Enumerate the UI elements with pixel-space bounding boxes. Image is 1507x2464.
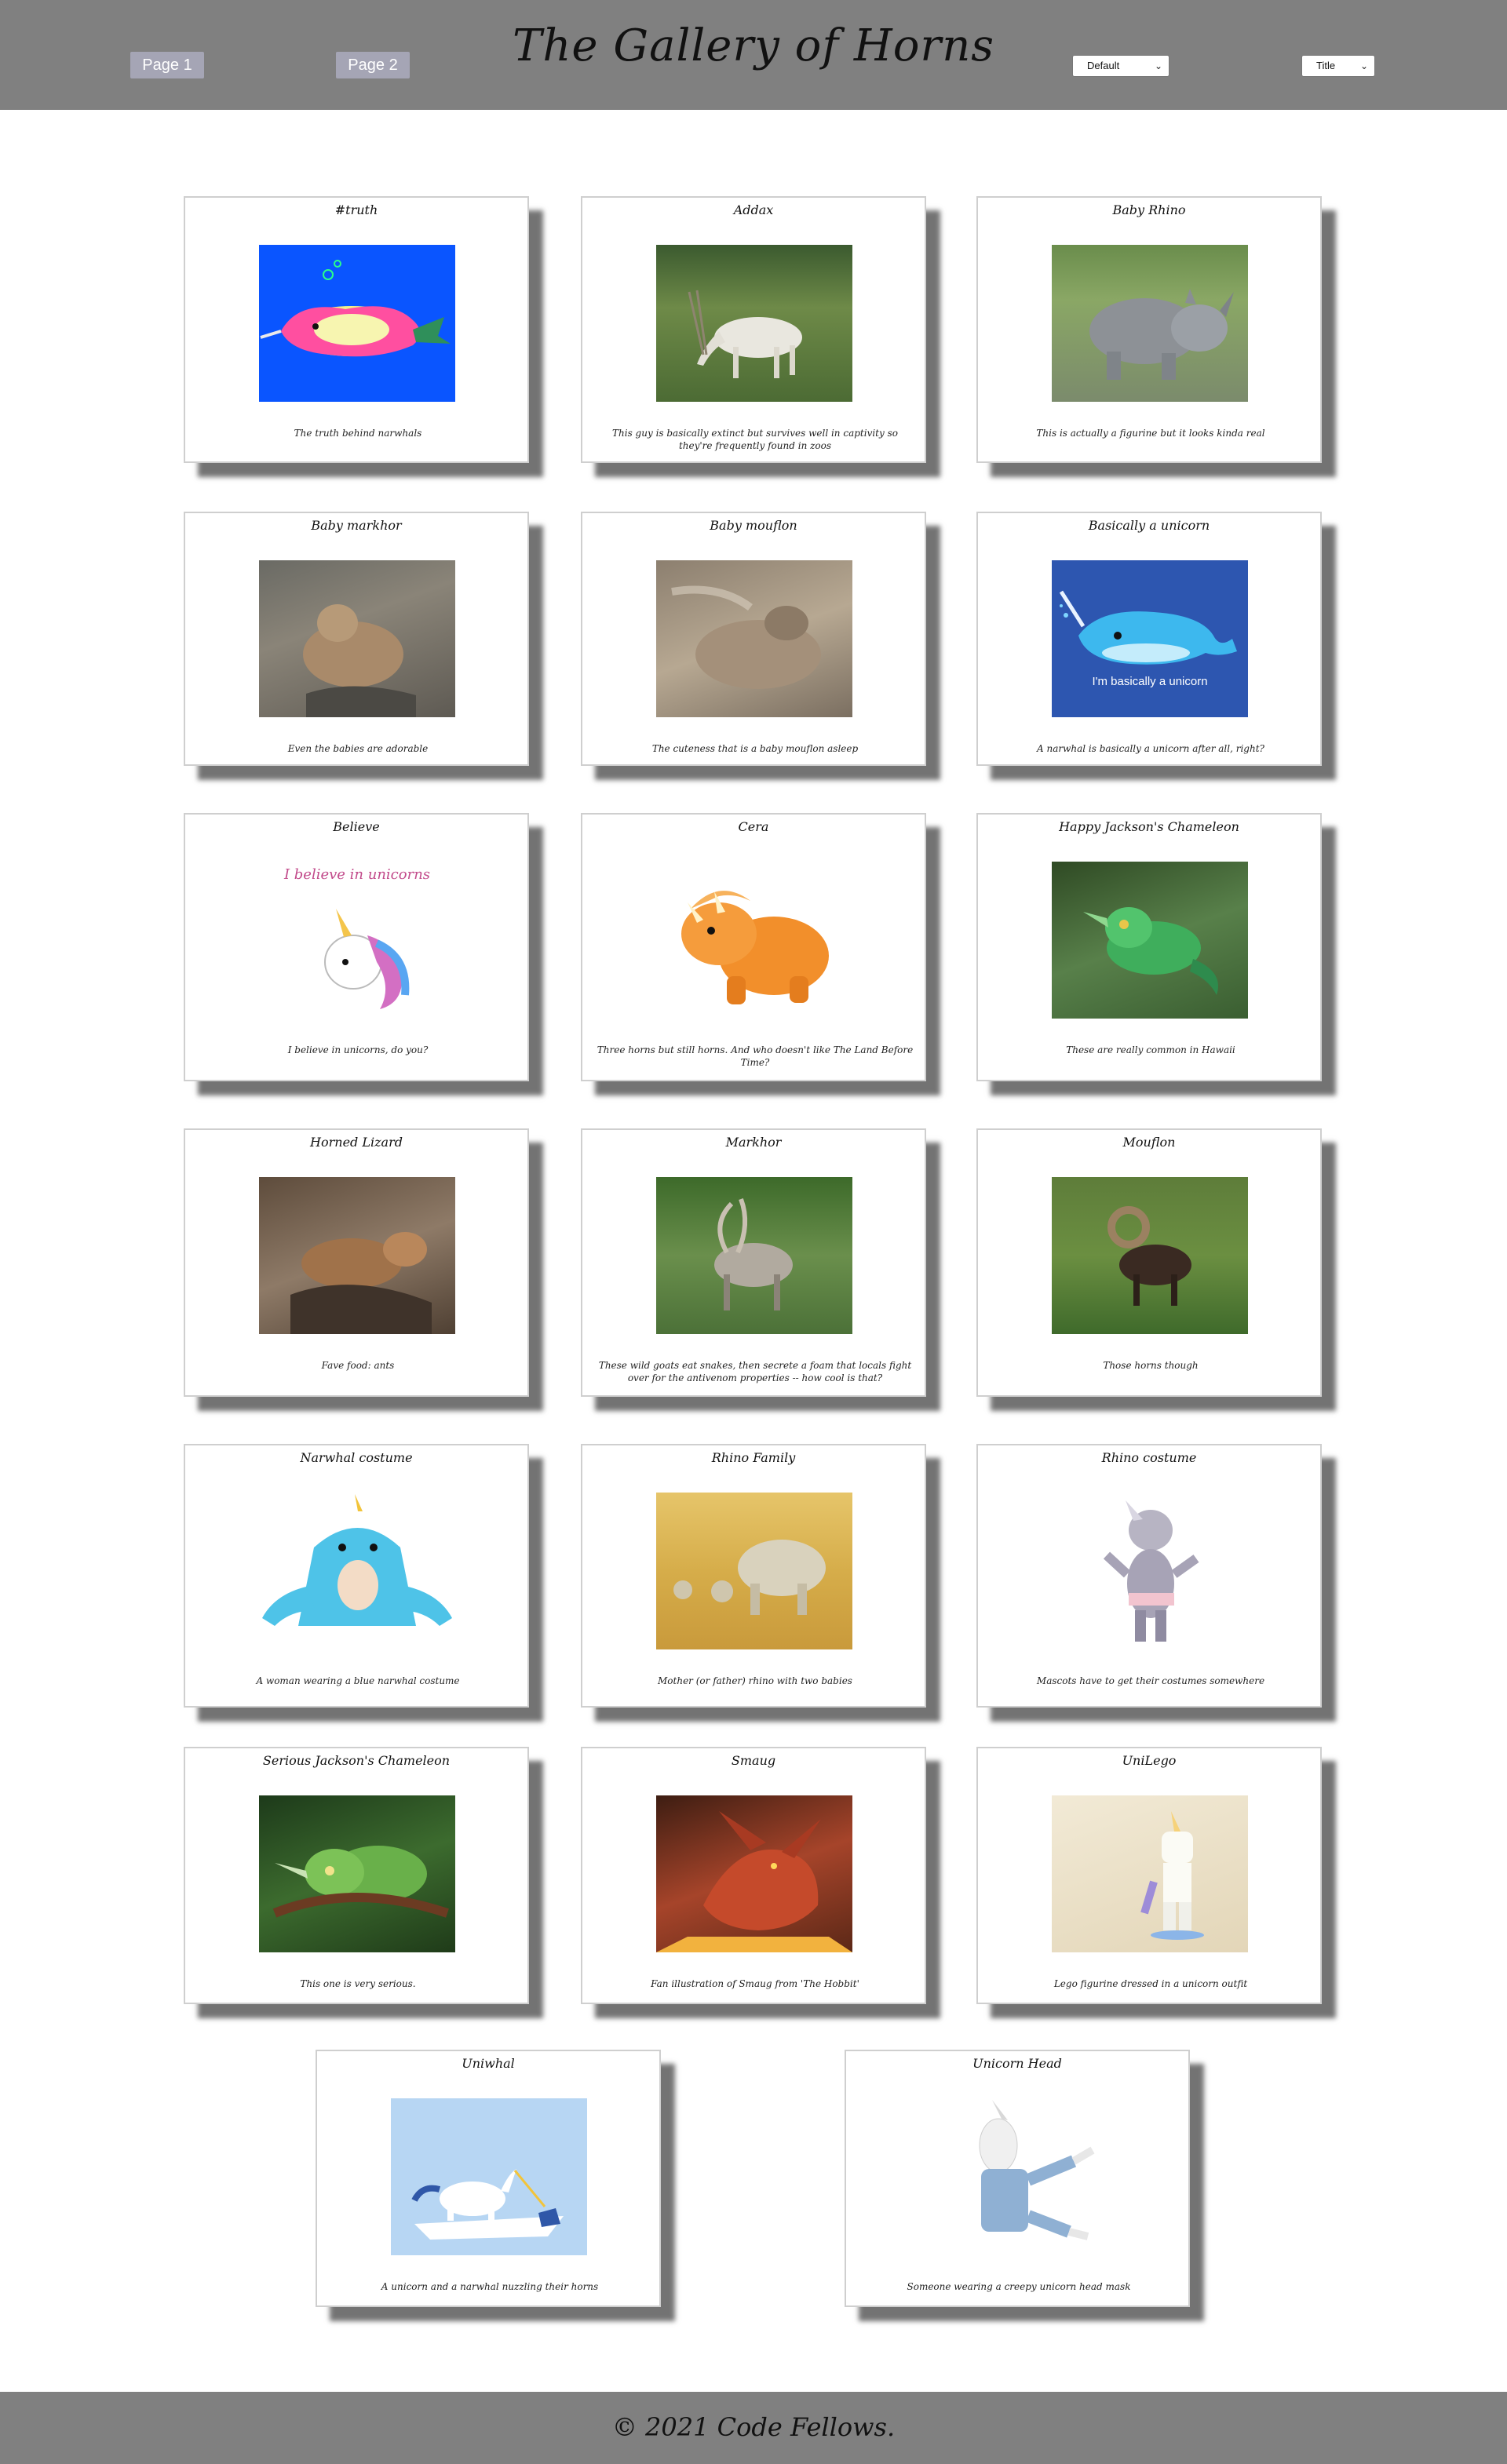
card-title: Rhino Family	[711, 1450, 796, 1465]
gallery-card[interactable]: Cera Three horns but still horns. And wh…	[581, 813, 926, 1081]
unicorn-narwhal-illustration	[391, 2098, 587, 2255]
card-title: Mouflon	[1122, 1135, 1176, 1150]
card-title: Baby markhor	[311, 518, 402, 533]
card-title: Serious Jackson's Chameleon	[262, 1753, 451, 1768]
card-title: Happy Jackson's Chameleon	[1059, 819, 1239, 834]
card-title: Rhino costume	[1101, 1450, 1197, 1465]
card-title: Uniwhal	[462, 2056, 515, 2071]
card-description: The cuteness that is a baby mouflon asle…	[651, 743, 859, 754]
card-title: UniLego	[1122, 1753, 1177, 1768]
card-title: Baby Rhino	[1112, 202, 1186, 217]
card-description: Lego figurine dressed in a unicorn outfi…	[1053, 1978, 1248, 1989]
card-description: A unicorn and a narwhal nuzzling their h…	[381, 2281, 599, 2292]
narwhal-costume-photo	[259, 1493, 455, 1649]
card-description: A woman wearing a blue narwhal costume	[256, 1675, 460, 1686]
gallery-card[interactable]: Rhino Family Mother (or father) rhino wi…	[581, 1444, 926, 1708]
card-title: Smaug	[731, 1753, 776, 1768]
card-description: Fan illustration of Smaug from 'The Hobb…	[651, 1978, 859, 1989]
card-description: These wild goats eat snakes, then secret…	[598, 1360, 912, 1383]
serious-chameleon-photo	[259, 1795, 455, 1952]
card-description: Someone wearing a creepy unicorn head ma…	[907, 2281, 1131, 2292]
card-description: This guy is basically extinct but surviv…	[612, 428, 898, 451]
card-description: The truth behind narwhals	[294, 428, 422, 439]
site-footer: © 2021 Code Fellows.	[0, 2392, 1507, 2464]
gallery-card[interactable]: Smaug Fan illustration of Smaug from 'Th…	[581, 1747, 926, 2004]
card-title: Basically a unicorn	[1088, 518, 1210, 533]
gallery: #truth The truth behind narwhals Addax T…	[0, 0, 1507, 2464]
gallery-card[interactable]: Uniwhal A unicorn and a narwhal nuzzling…	[316, 2050, 661, 2307]
gallery-card[interactable]: Baby Rhino This is actually a figurine b…	[976, 196, 1322, 463]
rhino-figurine-photo	[1052, 245, 1248, 402]
gallery-card[interactable]: Rhino costume Mascots have to get their …	[976, 1444, 1322, 1708]
gallery-card[interactable]: Basically a unicorn I'm basically a unic…	[976, 512, 1322, 766]
gallery-card[interactable]: Markhor These wild goats eat snakes, the…	[581, 1128, 926, 1397]
card-description: Mascots have to get their costumes somew…	[1036, 1675, 1265, 1686]
rhino-mascot-photo	[1052, 1493, 1248, 1649]
footer-copyright: © 2021 Code Fellows.	[611, 2412, 896, 2442]
addax-photo	[656, 245, 852, 402]
card-description: Three horns but still horns. And who doe…	[597, 1044, 914, 1068]
card-title: Horned Lizard	[310, 1135, 403, 1150]
gallery-card[interactable]: Baby mouflon The cuteness that is a baby…	[581, 512, 926, 766]
card-title: Cera	[738, 819, 769, 834]
gallery-card[interactable]: Unicorn Head Someone wearing a creepy un…	[845, 2050, 1190, 2307]
narwhal-illustration: I'm basically a unicorn	[1052, 560, 1248, 717]
card-description: These are really common in Hawaii	[1066, 1044, 1235, 1055]
gallery-card[interactable]: Addax This guy is basically extinct but …	[581, 196, 926, 463]
card-description: I believe in unicorns, do you?	[287, 1044, 429, 1055]
card-title: Narwhal costume	[300, 1450, 413, 1465]
image-caption: I believe in unicorns	[283, 866, 431, 883]
horned-lizard-photo	[259, 1177, 455, 1334]
unicorn-illustration: I believe in unicorns	[259, 862, 455, 1019]
baby-markhor-photo	[259, 560, 455, 717]
card-description: Mother (or father) rhino with two babies	[658, 1675, 852, 1686]
gallery-card[interactable]: Narwhal costume A woman wearing a blue n…	[184, 1444, 529, 1708]
gallery-card[interactable]: Mouflon Those horns though	[976, 1128, 1322, 1397]
card-title: Baby mouflon	[710, 518, 797, 533]
gallery-card[interactable]: Believe I believe in unicorns I believe …	[184, 813, 529, 1081]
markhor-photo	[656, 1177, 852, 1334]
gallery-card[interactable]: UniLego Lego figurine dressed in a unico…	[976, 1747, 1322, 2004]
smaug-illustration	[656, 1795, 852, 1952]
gallery-card[interactable]: Horned Lizard Fave food: ants	[184, 1128, 529, 1397]
mouflon-photo	[1052, 1177, 1248, 1334]
card-title: Unicorn Head	[972, 2056, 1062, 2071]
card-description: Those horns though	[1103, 1360, 1199, 1371]
gallery-card[interactable]: Serious Jackson's Chameleon This one is …	[184, 1747, 529, 2004]
card-title: Addax	[733, 202, 774, 217]
narwhal-cartoon-icon	[259, 245, 455, 402]
card-title: Believe	[333, 819, 380, 834]
card-description: A narwhal is basically a unicorn after a…	[1037, 743, 1264, 754]
card-description: Even the babies are adorable	[287, 743, 429, 754]
baby-mouflon-photo	[656, 560, 852, 717]
chameleon-photo	[1052, 862, 1248, 1019]
card-description: This one is very serious.	[300, 1978, 416, 1989]
rhino-family-photo	[656, 1493, 852, 1649]
image-caption: I'm basically a unicorn	[1092, 675, 1208, 688]
triceratops-cartoon	[656, 862, 852, 1019]
card-title: #truth	[334, 202, 378, 217]
gallery-card[interactable]: Happy Jackson's Chameleon These are real…	[976, 813, 1322, 1081]
lego-unicorn-photo	[1052, 1795, 1248, 1952]
gallery-card[interactable]: #truth The truth behind narwhals	[184, 196, 529, 463]
card-description: Fave food: ants	[321, 1360, 395, 1371]
unicorn-mask-photo	[920, 2098, 1116, 2255]
card-description: This is actually a figurine but it looks…	[1036, 428, 1265, 439]
card-title: Markhor	[725, 1135, 782, 1150]
gallery-card[interactable]: Baby markhor Even the babies are adorabl…	[184, 512, 529, 766]
